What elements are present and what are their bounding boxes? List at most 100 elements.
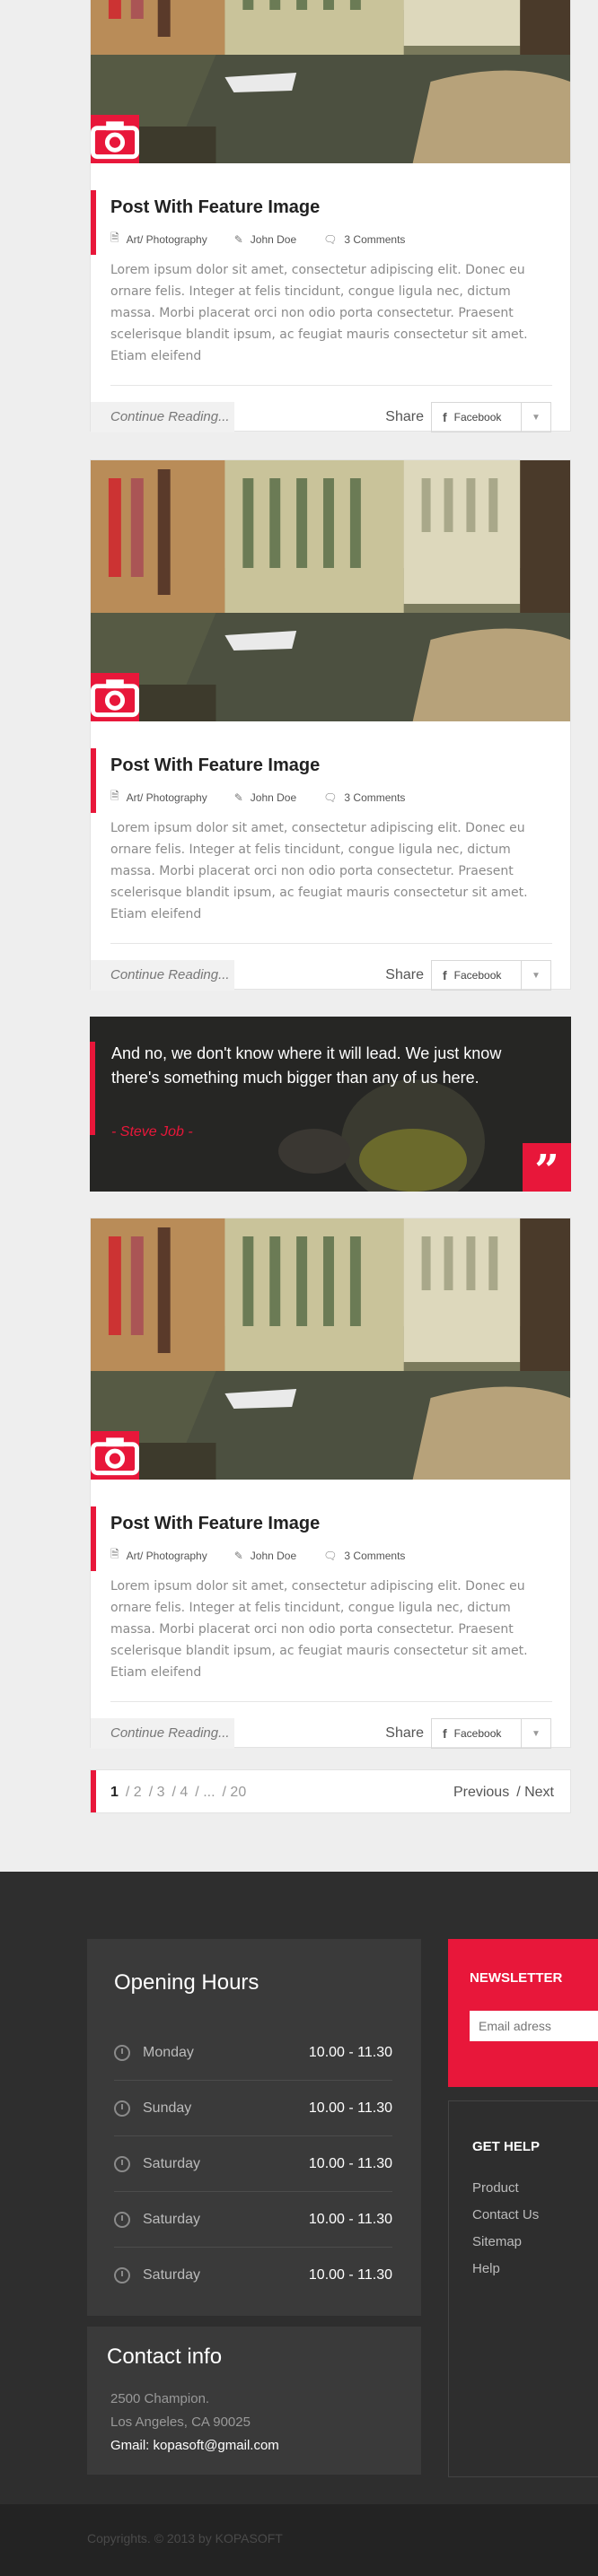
edit-icon: ✎ <box>233 1549 243 1562</box>
feature-image[interactable] <box>91 0 570 163</box>
post-comments[interactable]: 3 Comments <box>344 233 405 246</box>
next-link[interactable]: / Next <box>516 1785 554 1801</box>
continue-reading-button[interactable]: Continue Reading... <box>91 402 234 432</box>
post-category[interactable]: Art/ Photography <box>127 233 207 246</box>
hours-time: 10.00 - 11.30 <box>308 2267 392 2283</box>
camera-icon <box>91 673 139 721</box>
chevron-down-icon[interactable]: ▼ <box>522 1729 550 1739</box>
continue-reading-button[interactable]: Continue Reading... <box>91 1718 234 1749</box>
hours-row: Saturday 10.00 - 11.30 <box>114 2248 392 2303</box>
help-link-help[interactable]: Help <box>472 2261 500 2276</box>
hours-day: Monday <box>143 2044 194 2060</box>
blog-post: Post With Feature Image 🗎 Art/ Photograph… <box>90 459 571 991</box>
post-author[interactable]: John Doe <box>251 791 296 804</box>
get-help-title: GET HELP <box>472 2139 541 2154</box>
post-actions: Continue Reading... Share f Facebook ▼ <box>91 386 570 445</box>
hours-time: 10.00 - 11.30 <box>308 2155 392 2171</box>
feature-image[interactable] <box>91 1218 570 1480</box>
share-label: Share <box>385 1725 424 1741</box>
previous-link[interactable]: Previous <box>453 1785 509 1801</box>
pagination-nav: Previous / Next <box>446 1785 554 1801</box>
contact-email[interactable]: Gmail: kopasoft@gmail.com <box>110 2438 279 2453</box>
edit-icon: ✎ <box>233 790 243 804</box>
facebook-share-button[interactable]: f Facebook <box>432 1719 522 1748</box>
chevron-down-icon[interactable]: ▼ <box>522 413 550 423</box>
facebook-label: Facebook <box>453 969 502 982</box>
chevron-down-icon[interactable]: ▼ <box>522 971 550 981</box>
hours-time: 10.00 - 11.30 <box>308 2044 392 2060</box>
document-icon: 🗎 <box>110 790 119 802</box>
facebook-share-button[interactable]: f Facebook <box>432 403 522 432</box>
quote-author: - Steve Job - <box>111 1124 193 1140</box>
post-author[interactable]: John Doe <box>251 233 296 246</box>
edit-icon: ✎ <box>233 232 243 246</box>
copyright-bar: Copyrights. © 2013 by KOPASOFT <box>0 2504 598 2576</box>
share-dropdown[interactable]: f Facebook ▼ <box>431 402 551 432</box>
help-link-product[interactable]: Product <box>472 2180 519 2196</box>
opening-hours-panel: Opening Hours Monday 10.00 - 11.30 Sunday… <box>87 1939 421 2316</box>
quote-accent-bar <box>90 1042 95 1135</box>
hours-row: Saturday 10.00 - 11.30 <box>114 2192 392 2248</box>
quote-text: And no, we don't know where it will lead… <box>111 1044 502 1087</box>
hours-time: 10.00 - 11.30 <box>308 2211 392 2227</box>
document-icon: 🗎 <box>110 231 119 244</box>
facebook-label: Facebook <box>453 411 502 424</box>
comments-icon: 🗨 <box>323 790 338 804</box>
post-excerpt: Lorem ipsum dolor sit amet, consectetur … <box>110 1579 528 1680</box>
comments-icon: 🗨 <box>323 232 338 246</box>
newsletter-title: NEWSLETTER <box>470 1970 563 1986</box>
newsletter-email-input[interactable] <box>470 2011 598 2041</box>
post-category[interactable]: Art/ Photography <box>127 791 207 804</box>
continue-reading-button[interactable]: Continue Reading... <box>91 960 234 991</box>
share-dropdown[interactable]: f Facebook ▼ <box>431 1718 551 1749</box>
hours-row: Monday 10.00 - 11.30 <box>114 2025 392 2081</box>
post-author[interactable]: John Doe <box>251 1550 296 1562</box>
post-excerpt: Lorem ipsum dolor sit amet, consectetur … <box>110 263 528 363</box>
post-actions: Continue Reading... Share f Facebook ▼ <box>91 1702 570 1761</box>
page-link[interactable]: / 20 <box>223 1785 247 1801</box>
page-link-current[interactable]: 1 <box>110 1785 119 1801</box>
feature-image[interactable] <box>91 460 570 721</box>
page-link[interactable]: / 2 <box>126 1785 142 1801</box>
blog-post: Post With Feature Image 🗎 Art/ Photograph… <box>90 0 571 432</box>
page-link[interactable]: / 4 <box>172 1785 189 1801</box>
post-comments[interactable]: 3 Comments <box>344 791 405 804</box>
page-link[interactable]: / ... <box>195 1785 215 1801</box>
facebook-icon: f <box>443 1726 447 1741</box>
post-category[interactable]: Art/ Photography <box>127 1550 207 1562</box>
opening-hours-title: Opening Hours <box>114 1970 259 1995</box>
hours-row: Sunday 10.00 - 11.30 <box>114 2081 392 2136</box>
quote-post: And no, we don't know where it will lead… <box>90 1017 571 1192</box>
hours-day: Saturday <box>143 2211 201 2227</box>
copyright-text: Copyrights. © 2013 by KOPASOFT <box>87 2531 283 2545</box>
site-footer: Opening Hours Monday 10.00 - 11.30 Sunday… <box>0 1872 598 2504</box>
clock-icon <box>114 2044 130 2061</box>
feature-photo <box>91 1218 570 1480</box>
page-numbers: 1 / 2 / 3 / 4 / ... / 20 <box>110 1785 253 1801</box>
facebook-icon: f <box>443 410 447 424</box>
camera-icon <box>91 1431 139 1480</box>
post-actions: Continue Reading... Share f Facebook ▼ <box>91 944 570 1003</box>
page-link[interactable]: / 3 <box>149 1785 165 1801</box>
clock-icon <box>114 2211 130 2228</box>
contact-info-title: Contact info <box>107 2345 223 2369</box>
post-title[interactable]: Post With Feature Image <box>91 190 570 255</box>
post-title[interactable]: Post With Feature Image <box>91 748 570 813</box>
pagination-accent-bar <box>91 1770 96 1812</box>
facebook-share-button[interactable]: f Facebook <box>432 961 522 990</box>
clock-icon <box>114 2267 130 2283</box>
clock-icon <box>114 2155 130 2172</box>
comments-icon: 🗨 <box>323 1549 338 1562</box>
post-comments[interactable]: 3 Comments <box>344 1550 405 1562</box>
clock-icon <box>114 2100 130 2117</box>
post-meta: 🗎 Art/ Photography ✎ John Doe 🗨 3 Comments <box>91 788 570 807</box>
share-dropdown[interactable]: f Facebook ▼ <box>431 960 551 991</box>
address-line: 2500 Champion. <box>110 2391 210 2406</box>
facebook-icon: f <box>443 968 447 982</box>
blog-post: Post With Feature Image 🗎 Art/ Photograph… <box>90 1218 571 1749</box>
help-link-contact[interactable]: Contact Us <box>472 2207 539 2222</box>
address-line: Los Angeles, CA 90025 <box>110 2414 251 2430</box>
share-label: Share <box>385 967 424 982</box>
help-link-sitemap[interactable]: Sitemap <box>472 2234 522 2249</box>
post-title[interactable]: Post With Feature Image <box>91 1506 570 1571</box>
